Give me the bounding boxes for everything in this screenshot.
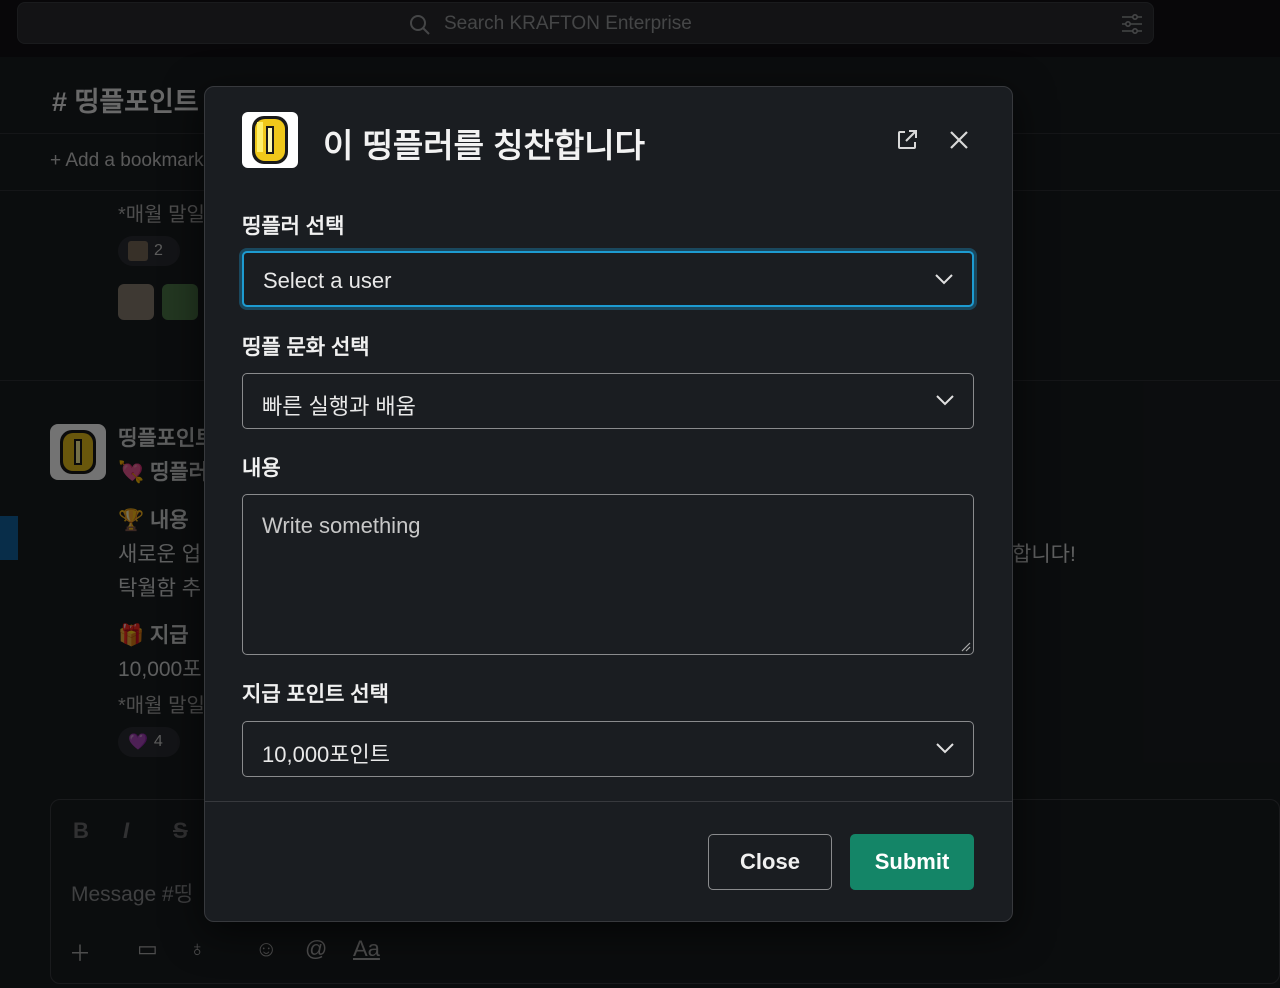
sidebar-indicator — [0, 516, 18, 560]
reaction-count: 2 — [154, 242, 163, 259]
field-label-user: 띵플러 선택 — [242, 215, 345, 238]
avatar[interactable] — [118, 284, 154, 320]
resize-handle-icon[interactable] — [959, 640, 971, 652]
avatar[interactable] — [162, 284, 198, 320]
message-text: 🏆 내용 — [118, 509, 189, 532]
add-bookmark-button[interactable]: + Add a bookmark — [50, 150, 204, 172]
message-text: 합니다! — [1012, 543, 1076, 566]
message-text: 💘 띵플러 — [118, 461, 208, 484]
video-icon[interactable]: ▭ — [137, 936, 158, 962]
search-icon — [410, 15, 430, 35]
field-label-points: 지급 포인트 선택 — [242, 683, 389, 706]
chevron-down-icon — [935, 274, 953, 285]
submit-button[interactable]: Submit — [850, 834, 974, 890]
reaction-chip[interactable]: 💜 4 — [118, 727, 180, 757]
content-textarea[interactable]: Write something — [242, 494, 974, 655]
message-text: *매월 말일 — [118, 204, 205, 226]
field-label-content: 내용 — [242, 457, 281, 480]
culture-select-value: 빠른 실행과 배움 — [262, 394, 416, 419]
reaction-count: 4 — [153, 733, 163, 750]
top-bar: Search KRAFTON Enterprise — [0, 0, 1280, 57]
field-label-culture: 띵플 문화 선택 — [242, 336, 370, 359]
close-button[interactable]: Close — [708, 834, 832, 890]
coin-icon — [60, 430, 96, 474]
message-text: 탁월함 추 — [118, 577, 202, 600]
praise-modal: 이 띵플러를 칭찬합니다 띵플러 선택 Select a user 띵플 문화 … — [204, 86, 1013, 922]
bold-icon[interactable]: B — [73, 818, 89, 844]
user-select-value: Select a user — [263, 268, 392, 293]
message-text: 새로운 업 — [118, 543, 202, 566]
filter-icon[interactable] — [1120, 13, 1144, 35]
sender-name[interactable]: 띵플포인트 — [118, 422, 215, 452]
avatar — [128, 241, 148, 261]
coin-avatar[interactable] — [50, 424, 106, 480]
modal-title: 이 띵플러를 칭찬합니다 — [323, 127, 645, 164]
points-select[interactable]: 10,000포인트 — [242, 721, 974, 777]
chevron-down-icon — [936, 395, 954, 406]
message-text: 🎁 지급 — [118, 624, 189, 647]
italic-icon[interactable]: I — [123, 818, 129, 844]
plus-icon[interactable]: ＋ — [69, 936, 91, 968]
reaction-chip[interactable]: 2 — [118, 236, 180, 266]
search-bar[interactable]: Search KRAFTON Enterprise — [17, 2, 1154, 44]
search-placeholder: Search KRAFTON Enterprise — [444, 13, 692, 34]
purple-heart-icon: 💜 — [128, 734, 148, 751]
external-link-icon[interactable] — [895, 128, 919, 152]
mention-icon[interactable]: @ — [305, 936, 327, 962]
content-placeholder: Write something — [262, 513, 421, 538]
mic-icon[interactable]: ♁ — [189, 936, 206, 962]
points-select-value: 10,000포인트 — [262, 742, 391, 767]
format-icon[interactable]: Aa — [353, 936, 380, 962]
modal-footer-divider — [205, 801, 1012, 802]
message-text: *매월 말일 — [118, 695, 205, 717]
emoji-icon[interactable]: ☺ — [255, 936, 277, 962]
channel-title[interactable]: # 띵플포인트 — [52, 80, 199, 119]
message-text: 10,000포 — [118, 658, 202, 681]
chevron-down-icon — [936, 743, 954, 754]
strike-icon[interactable]: S — [173, 818, 188, 844]
user-select[interactable]: Select a user — [242, 251, 974, 307]
message-input[interactable]: Message #띵 — [71, 878, 193, 908]
culture-select[interactable]: 빠른 실행과 배움 — [242, 373, 974, 429]
coin-icon — [242, 112, 298, 168]
close-icon[interactable] — [947, 128, 971, 152]
